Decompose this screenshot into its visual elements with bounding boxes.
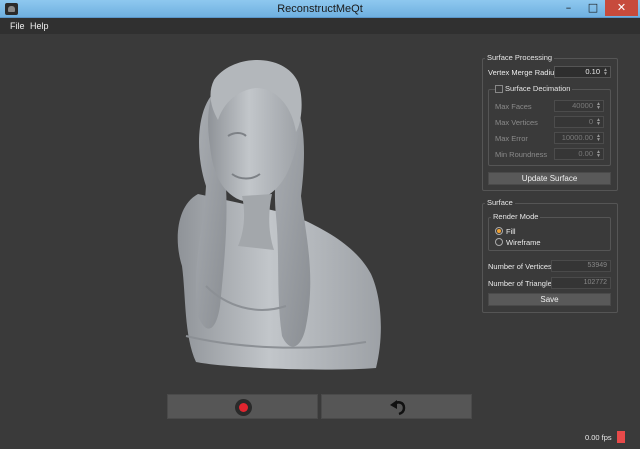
wireframe-radio-label[interactable]: Wireframe [506, 238, 541, 247]
close-button[interactable]: ✕ [605, 0, 638, 16]
3d-model-bust [177, 60, 381, 370]
menu-bar: File Help [0, 18, 640, 34]
surface-decimation-title: Surface Decimation [503, 84, 573, 93]
fps-counter: 0.00 fps [585, 433, 612, 442]
surface-decimation-checkbox[interactable] [495, 85, 503, 93]
max-error-spinbox[interactable]: 10000.00 ▲ ▼ [554, 132, 604, 144]
spin-arrows-icon[interactable]: ▲ ▼ [595, 134, 602, 143]
min-roundness-label: Min Roundness [495, 150, 548, 159]
spin-arrows-icon[interactable]: ▲ ▼ [595, 150, 602, 159]
fill-radio[interactable] [495, 227, 503, 235]
update-surface-button[interactable]: Update Surface [488, 172, 611, 185]
vertex-merge-radius-label: Vertex Merge Radius [488, 68, 559, 77]
title-bar: ReconstructMeQt – □ ✕ [0, 0, 640, 18]
window-title: ReconstructMeQt [277, 3, 363, 15]
undo-icon [390, 400, 406, 416]
max-vertices-label: Max Vertices [495, 118, 538, 127]
max-error-label: Max Error [495, 134, 528, 143]
wireframe-radio[interactable] [495, 238, 503, 246]
3d-viewport[interactable] [6, 36, 476, 386]
number-of-triangles-value: 102772 [551, 277, 611, 289]
maximize-button[interactable]: □ [581, 0, 605, 16]
max-faces-label: Max Faces [495, 102, 532, 111]
save-button[interactable]: Save [488, 293, 611, 306]
vertex-merge-radius-spinbox[interactable]: 0.10 ▲ ▼ [554, 66, 611, 78]
number-of-vertices-value: 53949 [551, 260, 611, 272]
reset-button[interactable] [321, 394, 472, 419]
status-indicator [617, 431, 625, 443]
record-icon [235, 399, 252, 416]
number-of-vertices-label: Number of Vertices [488, 262, 552, 271]
fill-radio-label[interactable]: Fill [506, 227, 516, 236]
min-roundness-spinbox[interactable]: 0.00 ▲ ▼ [554, 148, 604, 160]
menu-help[interactable]: Help [30, 21, 49, 31]
spin-arrows-icon[interactable]: ▲ ▼ [602, 68, 609, 77]
spin-arrows-icon[interactable]: ▲ ▼ [595, 102, 602, 111]
surface-processing-title: Surface Processing [485, 53, 555, 62]
minimize-button[interactable]: – [556, 0, 581, 16]
surface-title: Surface [485, 198, 515, 207]
max-vertices-spinbox[interactable]: 0 ▲ ▼ [554, 116, 604, 128]
number-of-triangles-label: Number of Triangles [488, 279, 556, 288]
record-button[interactable] [167, 394, 318, 419]
menu-file[interactable]: File [10, 21, 25, 31]
max-faces-spinbox[interactable]: 40000 ▲ ▼ [554, 100, 604, 112]
render-mode-title: Render Mode [491, 212, 541, 221]
spin-arrows-icon[interactable]: ▲ ▼ [595, 118, 602, 127]
